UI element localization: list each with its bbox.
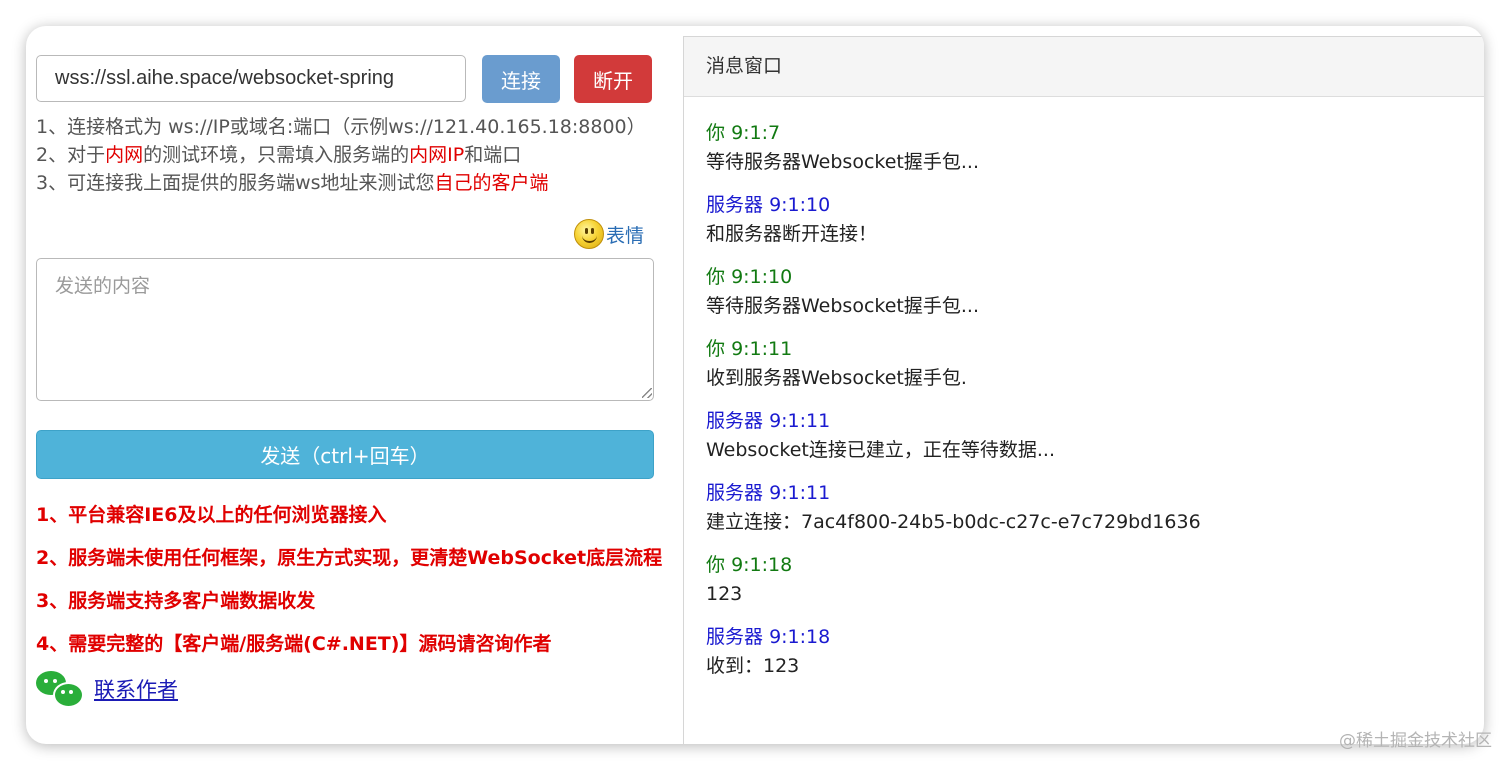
message-sender: 服务器 (706, 194, 764, 216)
connect-button[interactable]: 连接 (482, 55, 560, 103)
message-header: 你 9:1:10 (706, 263, 1462, 292)
disconnect-button[interactable]: 断开 (574, 55, 652, 103)
message-content-input[interactable] (36, 258, 654, 401)
message-sender: 你 (706, 266, 726, 288)
message-text: 等待服务器Websocket握手包... (706, 295, 979, 317)
connection-tips: 1、连接格式为 ws://IP或域名:端口（示例ws://121.40.165.… (36, 113, 676, 197)
tip-line: 1、连接格式为 ws://IP或域名:端口（示例ws://121.40.165.… (36, 113, 676, 141)
message-header: 服务器 9:1:11 (706, 479, 1462, 508)
feature-notes: 1、平台兼容IE6及以上的任何浏览器接入 2、服务端未使用任何框架，原生方式实现… (36, 501, 681, 673)
message-item: 服务器 9:1:18 收到：123 (706, 623, 1462, 695)
emoji-button[interactable]: 表情 (574, 219, 644, 249)
message-sender: 你 (706, 122, 726, 144)
feature-note: 3、服务端支持多客户端数据收发 (36, 590, 316, 612)
message-header: 服务器 9:1:11 (706, 407, 1462, 436)
feature-note: 1、平台兼容IE6及以上的任何浏览器接入 (36, 504, 387, 526)
websocket-test-card: 连接 断开 1、连接格式为 ws://IP或域名:端口（示例ws://121.4… (26, 26, 1484, 744)
message-header: 你 9:1:11 (706, 335, 1462, 364)
message-text: 123 (706, 583, 743, 605)
message-header: 服务器 9:1:10 (706, 191, 1462, 220)
message-time: 9:1:10 (769, 194, 831, 216)
message-text: Websocket连接已建立，正在等待数据... (706, 439, 1055, 461)
message-item: 你 9:1:11 收到服务器Websocket握手包. (706, 335, 1462, 407)
message-item: 服务器 9:1:11 建立连接：7ac4f800-24b5-b0dc-c27c-e… (706, 479, 1462, 551)
message-time: 9:1:11 (731, 338, 793, 360)
message-sender: 服务器 (706, 626, 764, 648)
message-sender: 服务器 (706, 410, 764, 432)
message-text: 等待服务器Websocket握手包... (706, 151, 979, 173)
tip-highlight: 内网IP (409, 144, 465, 166)
watermark: @稀土掘金技术社区 (1339, 731, 1492, 751)
wechat-icon (36, 671, 84, 708)
message-text: 和服务器断开连接！ (706, 223, 878, 245)
feature-note: 2、服务端未使用任何框架，原生方式实现，更清楚WebSocket底层流程 (36, 547, 663, 569)
tip-text: 的测试环境，只需填入服务端的 (143, 144, 410, 166)
message-window-title: 消息窗口 (684, 37, 1484, 97)
contact-row: 联系作者 (36, 671, 178, 708)
tip-highlight: 自己的客户端 (434, 172, 549, 194)
message-time: 9:1:18 (731, 554, 793, 576)
message-item: 你 9:1:18 123 (706, 551, 1462, 623)
feature-note: 4、需要完整的【客户端/服务端(C#.NET)】源码请咨询作者 (36, 633, 552, 655)
message-header: 你 9:1:18 (706, 551, 1462, 580)
emoji-label: 表情 (606, 224, 645, 247)
textarea-resize-grip[interactable] (642, 388, 652, 398)
tip-text: 2、对于 (36, 144, 106, 166)
tip-highlight: 内网 (105, 144, 144, 166)
message-header: 服务器 9:1:18 (706, 623, 1462, 652)
message-time: 9:1:7 (731, 122, 781, 144)
message-sender: 服务器 (706, 482, 764, 504)
message-header: 你 9:1:7 (706, 119, 1462, 148)
message-text: 收到服务器Websocket握手包. (706, 367, 967, 389)
message-item: 服务器 9:1:11 Websocket连接已建立，正在等待数据... (706, 407, 1462, 479)
smiley-face-icon (574, 219, 604, 249)
contact-author-link[interactable]: 联系作者 (94, 674, 178, 704)
control-panel: 连接 断开 1、连接格式为 ws://IP或域名:端口（示例ws://121.4… (26, 26, 682, 744)
message-list[interactable]: 你 9:1:7 等待服务器Websocket握手包... 服务器 9:1:10 和服务… (684, 97, 1484, 695)
message-item: 你 9:1:7 等待服务器Websocket握手包... (706, 119, 1462, 191)
message-item: 你 9:1:10 等待服务器Websocket握手包... (706, 263, 1462, 335)
tip-text: 3、可连接我上面提供的服务端ws地址来测试您 (36, 172, 435, 194)
message-time: 9:1:18 (769, 626, 831, 648)
message-time: 9:1:11 (769, 410, 831, 432)
message-window: 消息窗口 你 9:1:7 等待服务器Websocket握手包... 服务器 9:1:… (683, 36, 1484, 744)
tip-line: 2、对于内网的测试环境，只需填入服务端的内网IP和端口 (36, 141, 676, 169)
server-url-input[interactable] (36, 55, 466, 102)
tip-text: 1、连接格式为 ws://IP或域名:端口（示例ws://121.40.165.… (36, 116, 646, 138)
message-text: 建立连接：7ac4f800-24b5-b0dc-c27c-e7c729bd163… (706, 511, 1201, 533)
message-text: 收到：123 (706, 655, 800, 677)
message-item: 服务器 9:1:10 和服务器断开连接！ (706, 191, 1462, 263)
message-sender: 你 (706, 338, 726, 360)
tip-line: 3、可连接我上面提供的服务端ws地址来测试您自己的客户端 (36, 169, 676, 197)
message-sender: 你 (706, 554, 726, 576)
message-time: 9:1:11 (769, 482, 831, 504)
send-button[interactable]: 发送（ctrl+回车） (36, 430, 654, 479)
tip-text: 和端口 (464, 144, 522, 166)
message-time: 9:1:10 (731, 266, 793, 288)
